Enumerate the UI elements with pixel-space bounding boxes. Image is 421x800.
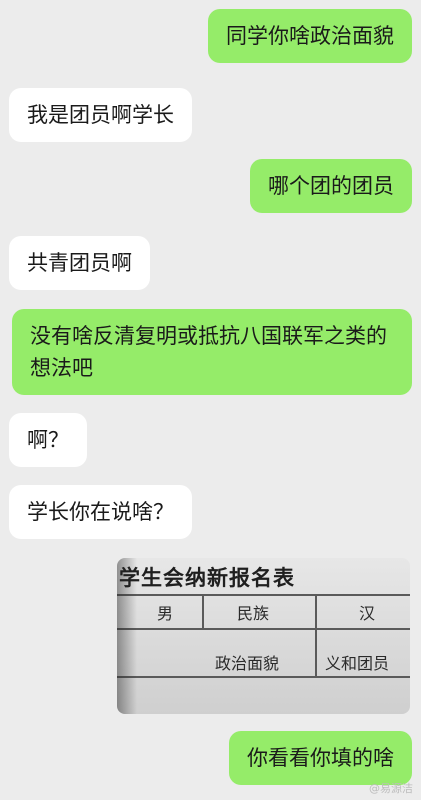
photo-edge-shadow — [117, 558, 137, 714]
form-cell-political-label: 政治面貌 — [215, 654, 280, 673]
form-cell-ethnicity-value: 汉 — [359, 604, 376, 623]
form-title: 学生会纳新报名表 — [119, 565, 295, 590]
message-incoming[interactable]: 我是团员啊学长 — [9, 88, 192, 142]
message-outgoing[interactable]: 没有啥反清复明或抵抗八国联军之类的想法吧 — [12, 309, 412, 395]
form-cell-political-value: 义和团员 — [325, 654, 390, 673]
form-grid-line — [117, 594, 410, 596]
message-incoming[interactable]: 学长你在说啥？ — [9, 485, 192, 539]
message-outgoing[interactable]: 你看看你填的啥 — [229, 731, 412, 785]
form-cell-gender: 男 — [157, 604, 174, 623]
message-outgoing[interactable]: 同学你啥政治面貌 — [208, 9, 412, 63]
form-cell-ethnicity-label: 民族 — [237, 604, 270, 623]
form-photo-message[interactable]: 学生会纳新报名表 男 民族 汉 政治面貌 义和团员 — [117, 558, 410, 714]
message-outgoing[interactable]: 哪个团的团员 — [250, 159, 412, 213]
watermark-text: @易源洁 — [369, 782, 413, 795]
form-grid-line — [315, 594, 317, 678]
message-incoming[interactable]: 啊？ — [9, 413, 87, 467]
form-grid-line — [117, 628, 410, 630]
form-grid-line — [117, 676, 410, 678]
form-grid-line — [202, 594, 204, 630]
message-incoming[interactable]: 共青团员啊 — [9, 236, 150, 290]
